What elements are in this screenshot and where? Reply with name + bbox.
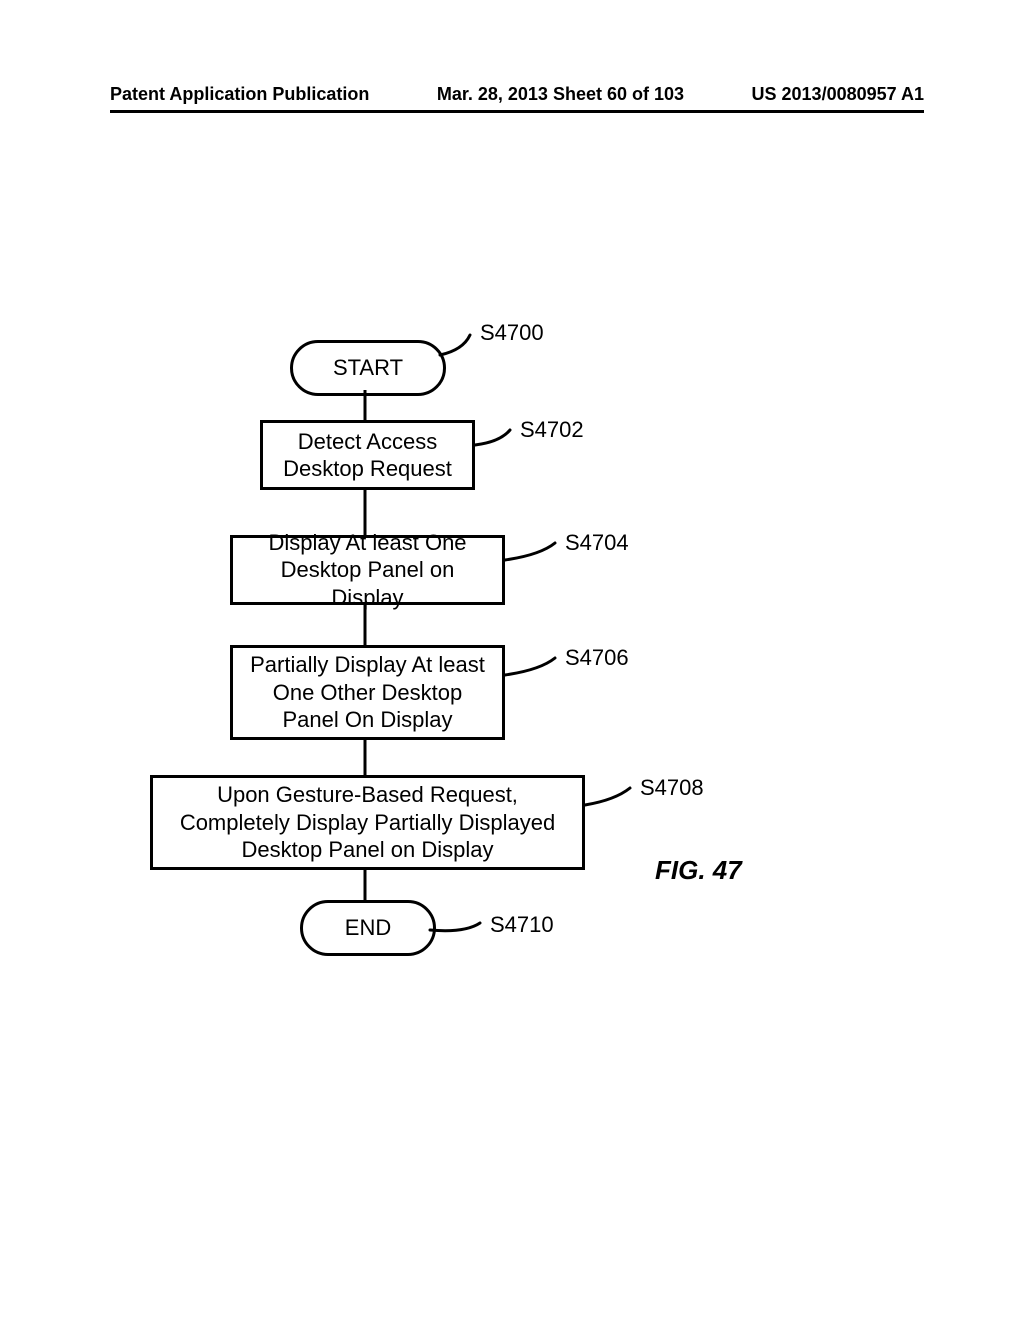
step-ref-S4704-fix: S4704 — [565, 530, 629, 556]
end-node-text: END — [345, 914, 391, 942]
step-S4704: Display At least One Desktop Panel on Di… — [230, 535, 505, 605]
step-S4706: Partially Display At least One Other Des… — [230, 645, 505, 740]
start-node: START — [290, 340, 446, 396]
step-S4708-text: Upon Gesture-Based Request, Completely D… — [163, 781, 572, 864]
connectors — [0, 0, 1024, 1320]
page: Patent Application Publication Mar. 28, … — [0, 0, 1024, 1320]
step-ref-S4700: S4700 — [480, 320, 544, 346]
step-ref-S4702: S4702 — [520, 417, 584, 443]
step-ref-S4706: S4706 — [565, 645, 629, 671]
end-node: END — [300, 900, 436, 956]
step-S4704-text: Display At least One Desktop Panel on Di… — [243, 529, 492, 612]
figure-caption: FIG. 47 — [655, 855, 742, 886]
step-ref-S4708: S4708 — [640, 775, 704, 801]
step-ref-S4710: S4710 — [490, 912, 554, 938]
step-S4702: Detect Access Desktop Request — [260, 420, 475, 490]
start-node-text: START — [333, 354, 403, 382]
step-S4708: Upon Gesture-Based Request, Completely D… — [150, 775, 585, 870]
step-S4706-text: Partially Display At least One Other Des… — [243, 651, 492, 734]
step-S4702-text: Detect Access Desktop Request — [273, 428, 462, 483]
flowchart-diagram: START S4700 Detect Access Desktop Reques… — [0, 0, 1024, 1320]
